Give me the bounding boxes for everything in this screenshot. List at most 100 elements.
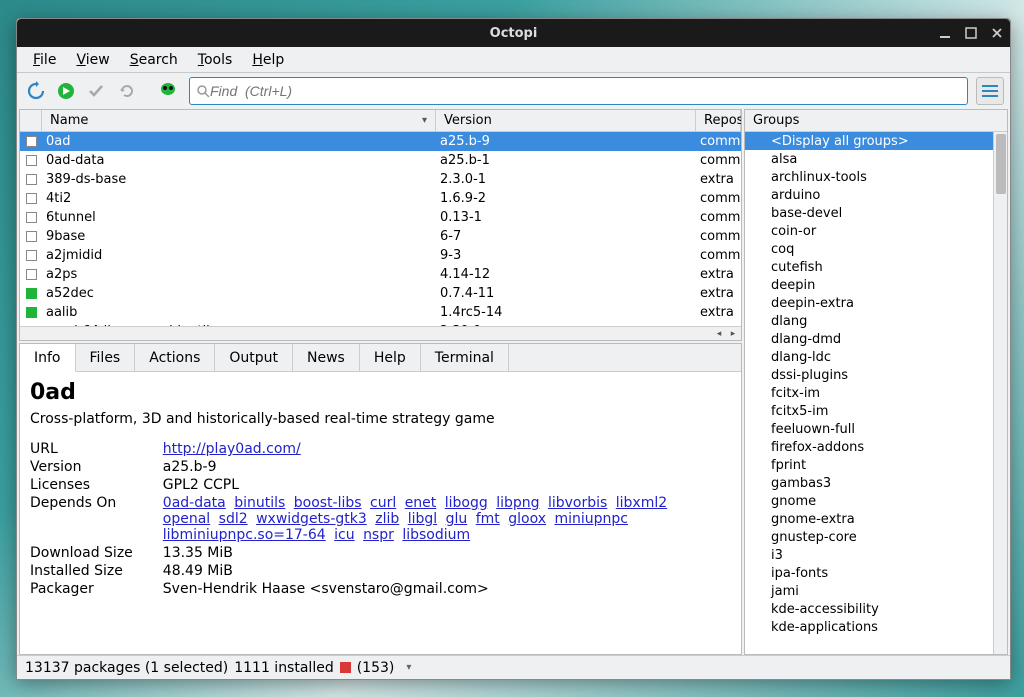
search-box[interactable]	[189, 77, 968, 105]
table-row[interactable]: 0ad-data a25.b-1 comm	[20, 151, 741, 170]
group-item[interactable]: coin-or	[745, 222, 993, 240]
tab-files[interactable]: Files	[76, 344, 136, 371]
tab-info[interactable]: Info	[20, 344, 76, 372]
scrollbar-thumb[interactable]	[996, 134, 1006, 194]
sync-button[interactable]	[23, 78, 49, 104]
groups-scrollbar[interactable]	[993, 132, 1007, 654]
group-item[interactable]: deepin	[745, 276, 993, 294]
group-item[interactable]: alsa	[745, 150, 993, 168]
group-item[interactable]: base-devel	[745, 204, 993, 222]
col-repo[interactable]: Repos	[696, 110, 741, 131]
dependency-link[interactable]: icu	[334, 527, 354, 543]
group-item[interactable]: deepin-extra	[745, 294, 993, 312]
group-item[interactable]: gnome	[745, 492, 993, 510]
dependency-link[interactable]: libvorbis	[548, 495, 607, 511]
pkg-version: 1.4rc5-14	[436, 305, 696, 320]
group-item[interactable]: dlang	[745, 312, 993, 330]
menu-search[interactable]: Search	[122, 50, 186, 70]
scroll-right-icon[interactable]: ▸	[727, 328, 739, 340]
table-row[interactable]: 4ti2 1.6.9-2 comm	[20, 189, 741, 208]
group-item[interactable]: fcitx-im	[745, 384, 993, 402]
group-item[interactable]: gambas3	[745, 474, 993, 492]
hamburger-button[interactable]	[976, 77, 1004, 105]
menu-help[interactable]: Help	[244, 50, 292, 70]
col-name[interactable]: Name▾	[42, 110, 436, 131]
group-item[interactable]: firefox-addons	[745, 438, 993, 456]
dependency-link[interactable]: libogg	[445, 495, 488, 511]
tab-news[interactable]: News	[293, 344, 360, 371]
minimize-button[interactable]	[938, 26, 952, 40]
aur-button[interactable]	[155, 78, 181, 104]
dependency-link[interactable]: wxwidgets-gtk3	[256, 511, 367, 527]
group-item[interactable]: jami	[745, 582, 993, 600]
group-item[interactable]: ipa-fonts	[745, 564, 993, 582]
group-item[interactable]: dlang-dmd	[745, 330, 993, 348]
group-item[interactable]: i3	[745, 546, 993, 564]
tab-actions[interactable]: Actions	[135, 344, 215, 371]
table-row[interactable]: a2ps 4.14-12 extra	[20, 265, 741, 284]
titlebar[interactable]: Octopi	[17, 19, 1010, 47]
dependency-link[interactable]: glu	[446, 511, 468, 527]
table-row[interactable]: aalib 1.4rc5-14 extra	[20, 303, 741, 322]
menu-file[interactable]: File	[25, 50, 64, 70]
field-url-link[interactable]: http://play0ad.com/	[163, 441, 301, 457]
dependency-link[interactable]: 0ad-data	[163, 495, 226, 511]
dependency-link[interactable]: gloox	[508, 511, 546, 527]
dependency-link[interactable]: binutils	[234, 495, 285, 511]
tab-output[interactable]: Output	[215, 344, 293, 371]
pkg-version: 0.13-1	[436, 210, 696, 225]
dependency-link[interactable]: libgl	[408, 511, 437, 527]
col-version[interactable]: Version	[436, 110, 696, 131]
apply-button[interactable]	[83, 78, 109, 104]
group-item[interactable]: <Display all groups>	[745, 132, 993, 150]
table-row[interactable]: a2jmidid 9-3 comm	[20, 246, 741, 265]
dependency-link[interactable]: libpng	[496, 495, 539, 511]
menu-tools[interactable]: Tools	[190, 50, 241, 70]
dependency-link[interactable]: miniupnpc	[554, 511, 628, 527]
group-item[interactable]: feeluown-full	[745, 420, 993, 438]
maximize-button[interactable]	[964, 26, 978, 40]
dependency-link[interactable]: libsodium	[402, 527, 470, 543]
dependency-link[interactable]: sdl2	[219, 511, 248, 527]
col-status[interactable]	[20, 110, 42, 131]
dependency-link[interactable]: libminiupnpc.so=17-64	[163, 527, 326, 543]
dependency-link[interactable]: nspr	[363, 527, 394, 543]
groups-header[interactable]: Groups	[745, 110, 1007, 132]
group-item[interactable]: kde-applications	[745, 618, 993, 636]
dependency-link[interactable]: zlib	[375, 511, 399, 527]
scroll-left-icon[interactable]: ◂	[713, 328, 725, 340]
group-item[interactable]: archlinux-tools	[745, 168, 993, 186]
group-item[interactable]: kde-accessibility	[745, 600, 993, 618]
table-row[interactable]: 0ad a25.b-9 comm	[20, 132, 741, 151]
group-item[interactable]: dlang-ldc	[745, 348, 993, 366]
menu-view[interactable]: View	[68, 50, 117, 70]
dependency-link[interactable]: openal	[163, 511, 210, 527]
dependency-link[interactable]: fmt	[476, 511, 500, 527]
close-button[interactable]	[990, 26, 1004, 40]
undo-button[interactable]	[113, 78, 139, 104]
dependency-link[interactable]: boost-libs	[294, 495, 362, 511]
search-input[interactable]	[210, 83, 961, 99]
group-item[interactable]: dssi-plugins	[745, 366, 993, 384]
group-item[interactable]: coq	[745, 240, 993, 258]
status-dropdown-icon[interactable]: ▾	[406, 662, 411, 673]
group-item[interactable]: fprint	[745, 456, 993, 474]
dependency-link[interactable]: libxml2	[616, 495, 667, 511]
tab-help[interactable]: Help	[360, 344, 421, 371]
table-row[interactable]: a52dec 0.7.4-11 extra	[20, 284, 741, 303]
table-row[interactable]: 9base 6-7 comm	[20, 227, 741, 246]
detail-content: 0ad Cross-platform, 3D and historically-…	[20, 372, 741, 654]
tab-terminal[interactable]: Terminal	[421, 344, 509, 371]
table-row[interactable]: 389-ds-base 2.3.0-1 extra	[20, 170, 741, 189]
group-item[interactable]: fcitx5-im	[745, 402, 993, 420]
dependency-link[interactable]: enet	[405, 495, 437, 511]
group-item[interactable]: gnustep-core	[745, 528, 993, 546]
dependency-link[interactable]: curl	[370, 495, 396, 511]
group-item[interactable]: arduino	[745, 186, 993, 204]
table-row[interactable]: 6tunnel 0.13-1 comm	[20, 208, 741, 227]
commit-button[interactable]	[53, 78, 79, 104]
status-pkgcount: 13137 packages (1 selected)	[25, 660, 228, 676]
group-item[interactable]: gnome-extra	[745, 510, 993, 528]
group-item[interactable]: cutefish	[745, 258, 993, 276]
horizontal-scrollbar[interactable]: ◂ ▸	[20, 326, 741, 340]
